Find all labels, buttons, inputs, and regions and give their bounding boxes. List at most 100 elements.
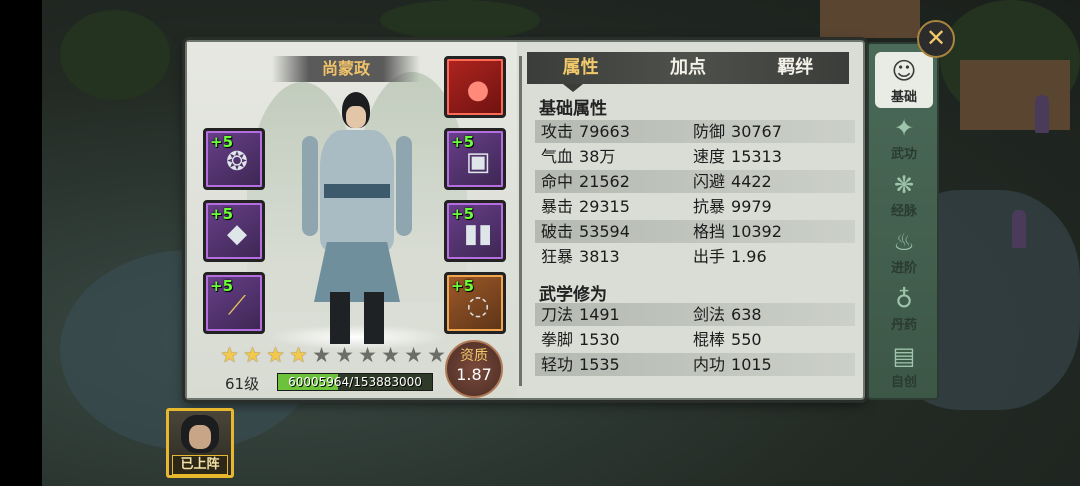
- nav-label: 自创: [890, 375, 917, 390]
- stat-value: 21562: [579, 172, 630, 191]
- stat-item: 内功 1015: [693, 353, 772, 376]
- stat-label: 轻功: [541, 355, 574, 374]
- npc-figure[interactable]: [1035, 95, 1049, 133]
- hero-arm: [302, 136, 318, 236]
- stat-item: 棍棒 550: [693, 328, 762, 351]
- star-rating: ★ ★ ★ ★ ★ ★ ★ ★ ★ ★: [219, 345, 447, 366]
- stat-row: 轻功 1535 内功 1015: [535, 353, 855, 376]
- tab-add-points[interactable]: 加点: [634, 52, 741, 84]
- nav-item-4[interactable]: ♨ 进阶: [875, 223, 933, 279]
- nav-item-6[interactable]: ▤ 自创: [875, 337, 933, 393]
- stat-value: 1.96: [731, 247, 767, 266]
- stat-row: 刀法 1491 剑法 638: [535, 303, 855, 326]
- tab-attributes[interactable]: 属性: [527, 52, 634, 84]
- nav-item-3[interactable]: ❋ 经脉: [875, 166, 933, 222]
- base-attributes-title: 基础属性: [539, 99, 607, 119]
- kick-icon: ✦: [893, 114, 915, 142]
- star-icon: ★: [358, 343, 377, 367]
- equip-slot-weapon[interactable]: +5 ⟋: [203, 272, 265, 334]
- stat-value: 38万: [579, 147, 616, 166]
- character-panel: 尚蒙政 +5 ❂ +5 ◆ +5 ⟋ ● +5 ▣ +5 ▮▮ +5 ◌ ★ ★…: [185, 40, 865, 400]
- side-navigation: ☺ 基础 ✦ 武功 ❋ 经脉 ♨ 进阶 ♁ 丹药 ▤ 自创: [867, 42, 939, 400]
- stat-label: 速度: [693, 147, 726, 166]
- panel-divider: [519, 56, 522, 386]
- stat-row: 命中 21562 闪避 4422: [535, 170, 855, 193]
- nav-item-2[interactable]: ✦ 武功: [875, 109, 933, 165]
- nav-item-1[interactable]: ☺ 基础: [875, 52, 933, 108]
- hero-robe: [314, 242, 400, 302]
- nav-item-5[interactable]: ♁ 丹药: [875, 280, 933, 336]
- hut: [960, 60, 1070, 130]
- book-icon: ▤: [892, 342, 916, 370]
- equip-slot-armor[interactable]: +5 ▣: [444, 128, 506, 190]
- star-icon: ★: [266, 343, 285, 367]
- martial-title: 武学修为: [539, 285, 607, 305]
- hero-sash: [324, 184, 390, 198]
- exp-bar: 60005964/153883000: [277, 373, 433, 391]
- hero-model[interactable]: [302, 92, 412, 344]
- hero-leg: [330, 292, 350, 344]
- stat-label: 防御: [693, 122, 726, 141]
- character-display: 尚蒙政 +5 ❂ +5 ◆ +5 ⟋ ● +5 ▣ +5 ▮▮ +5 ◌ ★ ★…: [187, 42, 517, 398]
- stat-item: 破击 53594: [541, 220, 630, 243]
- stat-label: 出手: [693, 247, 726, 266]
- equip-slot-ornament[interactable]: +5 ❂: [203, 128, 265, 190]
- stat-item: 轻功 1535: [541, 353, 620, 376]
- stat-item: 速度 15313: [693, 145, 782, 168]
- equip-slot-boots[interactable]: +5 ▮▮: [444, 200, 506, 262]
- team-hero-card[interactable]: 已上阵: [166, 408, 234, 478]
- aptitude-value: 1.87: [456, 365, 492, 384]
- stat-value: 79663: [579, 122, 630, 141]
- stat-label: 棍棒: [693, 330, 726, 349]
- stat-label: 命中: [541, 172, 574, 191]
- equip-slot-belt[interactable]: +5 ◆: [203, 200, 265, 262]
- star-icon: ★: [335, 343, 354, 367]
- stat-row: 狂暴 3813 出手 1.96: [535, 245, 855, 268]
- stat-label: 暴击: [541, 197, 574, 216]
- star-icon: ★: [381, 343, 400, 367]
- hero-leg: [364, 292, 384, 344]
- star-icon: ★: [312, 343, 331, 367]
- stat-item: 抗暴 9979: [693, 195, 772, 218]
- dragon-ornament-icon: ❂: [226, 147, 248, 177]
- gourd-icon: ♁: [895, 285, 913, 313]
- tab-bonds[interactable]: 羁绊: [742, 52, 849, 84]
- stat-value: 3813: [579, 247, 620, 266]
- star-icon: ★: [404, 343, 423, 367]
- equip-slot-pet[interactable]: ●: [444, 56, 506, 118]
- character-name: 尚蒙政: [272, 56, 420, 82]
- stat-value: 638: [731, 305, 762, 324]
- scholar-icon: ☺: [891, 57, 917, 85]
- star-icon: ★: [427, 343, 446, 367]
- stat-value: 30767: [731, 122, 782, 141]
- stat-label: 拳脚: [541, 330, 574, 349]
- stat-item: 刀法 1491: [541, 303, 620, 326]
- stat-row: 攻击 79663 防御 30767: [535, 120, 855, 143]
- stat-value: 53594: [579, 222, 630, 241]
- stat-item: 暴击 29315: [541, 195, 630, 218]
- stat-item: 格挡 10392: [693, 220, 782, 243]
- close-button[interactable]: ✕: [917, 20, 955, 58]
- flame-icon: ♨: [893, 228, 915, 256]
- stat-item: 狂暴 3813: [541, 245, 620, 268]
- stat-label: 剑法: [693, 305, 726, 324]
- stat-label: 气血: [541, 147, 574, 166]
- aptitude-badge[interactable]: 资质 1.87: [445, 340, 503, 398]
- stat-value: 4422: [731, 172, 772, 191]
- nav-label: 丹药: [890, 318, 917, 333]
- stat-label: 攻击: [541, 122, 574, 141]
- exp-text: 60005964/153883000: [288, 375, 422, 389]
- equip-slot-necklace[interactable]: +5 ◌: [444, 272, 506, 334]
- stat-item: 防御 30767: [693, 120, 782, 143]
- stat-item: 命中 21562: [541, 170, 630, 193]
- stat-value: 1015: [731, 355, 772, 374]
- tab-bar: 属性 加点 羁绊: [527, 52, 849, 84]
- stat-label: 狂暴: [541, 247, 574, 266]
- stat-label: 格挡: [693, 222, 726, 241]
- stat-row: 拳脚 1530 棍棒 550: [535, 328, 855, 351]
- attribute-panel: 属性 加点 羁绊 基础属性 攻击 79663 防御 30767 气血 38万 速度 15313…: [527, 42, 863, 398]
- character-level: 61级: [225, 375, 260, 393]
- npc-figure[interactable]: [1012, 210, 1026, 248]
- stat-label: 抗暴: [693, 197, 726, 216]
- stat-label: 闪避: [693, 172, 726, 191]
